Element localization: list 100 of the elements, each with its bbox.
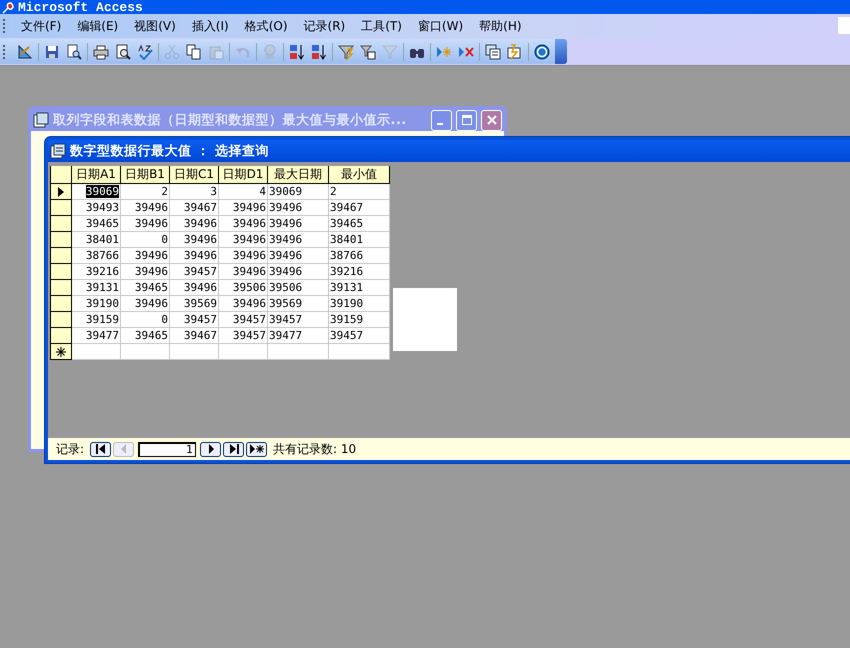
row-selector[interactable] bbox=[50, 232, 72, 248]
table-cell: 2 bbox=[328, 184, 390, 200]
column-header[interactable]: 日期D1 bbox=[218, 166, 268, 184]
table-cell: 38401 bbox=[72, 232, 120, 248]
table-cell: 39496 bbox=[170, 248, 218, 264]
row-selector[interactable] bbox=[50, 296, 72, 312]
table-cell: 39069 bbox=[268, 184, 328, 200]
menu-item[interactable]: 帮助(H) bbox=[472, 18, 529, 34]
table-cell: 39496 bbox=[268, 216, 328, 232]
record-number-field[interactable]: 1 bbox=[138, 442, 196, 456]
blank-panel bbox=[393, 288, 457, 351]
menu-item[interactable]: 记录(R) bbox=[296, 18, 352, 34]
minimize-button[interactable] bbox=[431, 110, 452, 130]
table-cell: 39190 bbox=[328, 296, 390, 312]
table-cell: 39465 bbox=[120, 280, 170, 296]
spelling-icon bbox=[137, 44, 153, 60]
table-cell: 39467 bbox=[328, 200, 390, 216]
menu-item[interactable]: 格式(O) bbox=[238, 18, 295, 34]
cut-icon bbox=[164, 44, 180, 60]
table-cell: 39496 bbox=[268, 264, 328, 280]
table-cell: 39496 bbox=[218, 232, 268, 248]
table-cell: 39457 bbox=[170, 264, 218, 280]
table-cell: 39457 bbox=[218, 328, 268, 344]
table-cell: 39496 bbox=[120, 200, 170, 216]
next-record-button[interactable] bbox=[200, 442, 222, 456]
minimize-icon bbox=[436, 123, 442, 125]
first-record-button[interactable] bbox=[90, 442, 112, 456]
new-record-icon bbox=[248, 444, 265, 454]
row-selector[interactable] bbox=[50, 344, 72, 360]
filter-form-icon bbox=[360, 44, 376, 60]
table-cell: 39467 bbox=[170, 200, 218, 216]
menu-item[interactable]: 工具(T) bbox=[354, 18, 409, 34]
table-cell: 39465 bbox=[120, 328, 170, 344]
preview-icon bbox=[115, 44, 131, 60]
link-icon bbox=[262, 44, 278, 60]
table-cell: 39506 bbox=[268, 280, 328, 296]
table-cell: 39496 bbox=[170, 280, 218, 296]
table-cell: 39496 bbox=[218, 296, 268, 312]
table-cell: 39457 bbox=[170, 312, 218, 328]
row-selector[interactable] bbox=[50, 248, 72, 264]
table-cell: 39216 bbox=[72, 264, 120, 280]
table-cell: 39496 bbox=[218, 248, 268, 264]
record-label: 记录: bbox=[56, 440, 84, 458]
new-record-button[interactable] bbox=[246, 442, 268, 456]
table-cell: 39496 bbox=[268, 200, 328, 216]
filter-selection-icon bbox=[338, 44, 354, 60]
table-cell: 39496 bbox=[170, 216, 218, 232]
column-header[interactable]: 最小值 bbox=[328, 166, 390, 184]
column-header[interactable]: 日期B1 bbox=[120, 166, 170, 184]
table-cell: 38766 bbox=[328, 248, 390, 264]
table-cell: 39496 bbox=[170, 232, 218, 248]
row-selector[interactable] bbox=[50, 264, 72, 280]
row-selector[interactable] bbox=[50, 280, 72, 296]
table-cell: 39216 bbox=[328, 264, 390, 280]
file-search-icon bbox=[66, 44, 82, 60]
close-button[interactable] bbox=[481, 110, 502, 130]
table-cell: 39496 bbox=[218, 264, 268, 280]
column-header[interactable]: 最大日期 bbox=[268, 166, 328, 184]
table-cell: 39131 bbox=[72, 280, 120, 296]
menu-item[interactable]: 文件(F) bbox=[14, 18, 68, 34]
menu-item[interactable]: 窗口(W) bbox=[410, 18, 470, 34]
input-field[interactable] bbox=[838, 17, 850, 34]
filter-apply-icon bbox=[382, 44, 398, 60]
menu-item[interactable]: 插入(I) bbox=[184, 18, 236, 34]
table-cell: 39496 bbox=[120, 248, 170, 264]
table-cell: 38766 bbox=[72, 248, 120, 264]
help-icon bbox=[534, 44, 550, 60]
last-record-button[interactable] bbox=[223, 442, 244, 456]
print-icon bbox=[93, 44, 109, 60]
table-cell: 39496 bbox=[120, 296, 170, 312]
table-cell: 0 bbox=[120, 312, 170, 328]
database-window-icon bbox=[485, 44, 501, 60]
table-cell: 39477 bbox=[72, 328, 120, 344]
table-cell: 39496 bbox=[268, 232, 328, 248]
column-header[interactable]: 日期C1 bbox=[170, 166, 218, 184]
table-cell: 39569 bbox=[170, 296, 218, 312]
window-title: 取列字段和表数据（日期型和数据型）最大值与最小值示... bbox=[53, 112, 408, 129]
first-record-icon bbox=[94, 444, 107, 454]
table-cell: 38401 bbox=[328, 232, 390, 248]
table-cell: 39159 bbox=[328, 312, 390, 328]
row-selector[interactable] bbox=[50, 328, 72, 344]
maximize-button[interactable] bbox=[456, 110, 477, 130]
new-object-icon bbox=[507, 44, 523, 60]
menu-item[interactable]: 视图(V) bbox=[127, 18, 183, 34]
row-selector[interactable] bbox=[50, 312, 72, 328]
table-cell: 39457 bbox=[268, 312, 328, 328]
column-header[interactable]: 日期A1 bbox=[72, 166, 120, 184]
row-selector[interactable] bbox=[50, 184, 72, 200]
table-cell: 39457 bbox=[328, 328, 390, 344]
query-icon bbox=[50, 143, 66, 159]
table-cell: 39569 bbox=[268, 296, 328, 312]
table-cell: 39069 bbox=[72, 184, 120, 200]
table-cell: 39467 bbox=[170, 328, 218, 344]
form-icon bbox=[33, 112, 49, 128]
menu-item[interactable]: 编辑(E) bbox=[70, 18, 126, 34]
row-selector[interactable] bbox=[50, 216, 72, 232]
copy-icon bbox=[186, 44, 202, 60]
row-selector[interactable] bbox=[50, 200, 72, 216]
table-cell: 2 bbox=[120, 184, 170, 200]
sort-asc-icon bbox=[289, 44, 305, 60]
